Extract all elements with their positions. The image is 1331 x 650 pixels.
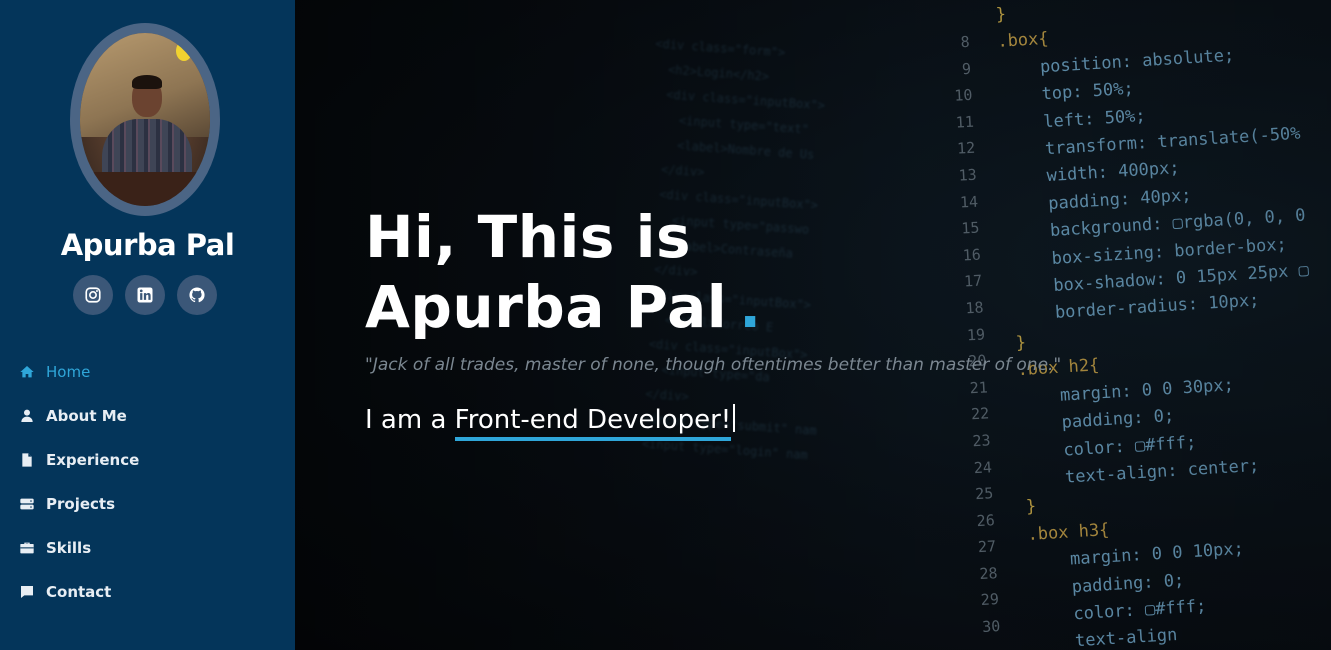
hero-title: Hi, This is Apurba Pal. xyxy=(365,202,965,342)
nav-item-experience[interactable]: Experience xyxy=(19,438,139,482)
instagram-link[interactable] xyxy=(73,275,113,315)
nav-label: Contact xyxy=(46,583,112,601)
home-icon xyxy=(19,363,37,381)
user-icon xyxy=(19,407,37,425)
hero-section: <div class="form"> <h2>Login</h2> <div c… xyxy=(295,0,1331,650)
nav-label: Experience xyxy=(46,451,140,469)
avatar xyxy=(80,33,210,206)
typing-caret xyxy=(733,404,736,432)
server-icon xyxy=(19,495,37,513)
hero-title-line1: Hi, This is xyxy=(365,203,692,271)
hero-role: I am a Front-end Developer! xyxy=(365,404,736,441)
nav-label: Home xyxy=(46,363,91,381)
sidebar: Apurba Pal Home About Me Experience Proj… xyxy=(0,0,295,650)
role-prefix: I am a xyxy=(365,405,455,435)
github-icon xyxy=(189,287,205,303)
nav-label: About Me xyxy=(46,407,127,425)
main-nav: Home About Me Experience Projects Skills xyxy=(19,350,139,614)
file-icon xyxy=(19,451,37,469)
hero-title-line2: Apurba Pal xyxy=(365,273,728,341)
nav-item-about-me[interactable]: About Me xyxy=(19,394,139,438)
nav-item-home[interactable]: Home xyxy=(19,350,139,394)
avatar-frame xyxy=(70,23,220,216)
profile-name: Apurba Pal xyxy=(60,228,235,262)
accent-dot: . xyxy=(739,273,762,341)
nav-label: Projects xyxy=(46,495,116,513)
nav-item-contact[interactable]: Contact xyxy=(19,570,139,614)
social-links xyxy=(73,275,217,315)
github-link[interactable] xyxy=(177,275,217,315)
instagram-icon xyxy=(85,287,101,303)
chat-icon xyxy=(19,583,37,601)
nav-label: Skills xyxy=(46,539,92,557)
briefcase-icon xyxy=(19,539,37,557)
typed-role: Front-end Developer! xyxy=(454,405,732,441)
linkedin-link[interactable] xyxy=(125,275,165,315)
linkedin-icon xyxy=(137,287,153,303)
nav-item-projects[interactable]: Projects xyxy=(19,482,139,526)
hero-quote: "Jack of all trades, master of none, tho… xyxy=(365,355,1062,375)
nav-item-skills[interactable]: Skills xyxy=(19,526,139,570)
